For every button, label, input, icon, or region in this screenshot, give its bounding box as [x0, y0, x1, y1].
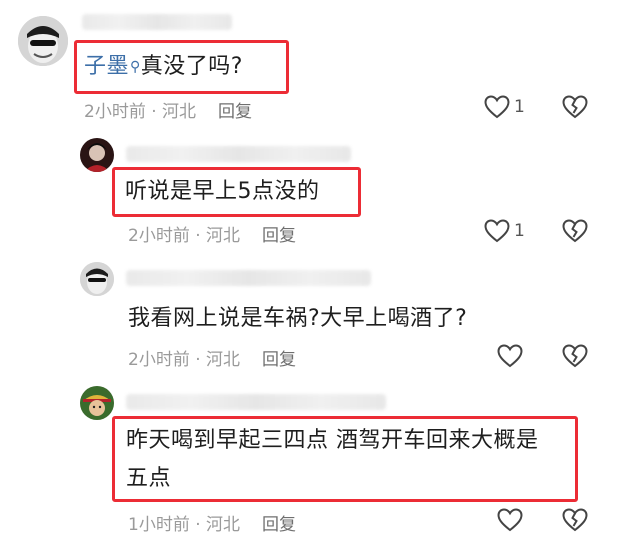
- avatar[interactable]: [80, 138, 114, 172]
- reply-button[interactable]: 回复: [218, 102, 252, 122]
- like-button[interactable]: [497, 508, 527, 532]
- comment-text-line-1: 昨天喝到早起三四点 酒驾开车回来大概是: [126, 428, 539, 453]
- avatar-image: [80, 262, 114, 296]
- timestamp: 1小时前: [128, 515, 190, 535]
- comment-body: 真没了吗?: [140, 54, 243, 79]
- comment-meta: 2小时前 · 河北 回复: [128, 350, 297, 370]
- timestamp: 2小时前: [128, 226, 190, 246]
- like-button[interactable]: 1: [484, 219, 525, 243]
- broken-heart-icon: [562, 95, 588, 119]
- heart-icon: [497, 344, 523, 368]
- username-redacted[interactable]: [126, 146, 351, 162]
- search-icon: ⚲: [130, 59, 141, 75]
- comment-meta: 2小时前 · 河北 回复: [84, 102, 253, 122]
- avatar-image: [80, 138, 114, 172]
- like-count: 1: [514, 97, 525, 117]
- heart-icon: [484, 95, 510, 119]
- username-redacted[interactable]: [82, 14, 232, 30]
- avatar-image: [18, 16, 68, 66]
- broken-heart-icon: [562, 344, 588, 368]
- like-count: 1: [514, 221, 525, 241]
- reply-button[interactable]: 回复: [262, 350, 296, 370]
- username-redacted[interactable]: [126, 394, 386, 410]
- comment-meta: 2小时前 · 河北 回复: [128, 226, 297, 246]
- mention-link[interactable]: 子墨: [84, 54, 129, 79]
- location: 河北: [206, 350, 241, 370]
- dislike-button[interactable]: [562, 219, 588, 243]
- avatar[interactable]: [80, 386, 114, 420]
- comment-meta: 1小时前 · 河北 回复: [128, 515, 297, 535]
- dislike-button[interactable]: [562, 95, 588, 119]
- avatar[interactable]: [80, 262, 114, 296]
- heart-icon: [484, 219, 510, 243]
- like-button[interactable]: [497, 344, 527, 368]
- comment-text-line-2: 五点: [126, 466, 172, 491]
- dislike-button[interactable]: [562, 508, 588, 532]
- avatar[interactable]: [18, 16, 68, 66]
- reply-button[interactable]: 回复: [262, 515, 296, 535]
- avatar-image: [80, 386, 114, 420]
- like-button[interactable]: 1: [484, 95, 525, 119]
- broken-heart-icon: [562, 219, 588, 243]
- comment-text: 我看网上说是车祸?大早上喝酒了?: [128, 306, 468, 331]
- heart-icon: [497, 508, 523, 532]
- comment-text: 听说是早上5点没的: [125, 179, 320, 204]
- comment-text: 子墨⚲真没了吗?: [84, 50, 243, 84]
- location: 河北: [206, 226, 241, 246]
- broken-heart-icon: [562, 508, 588, 532]
- username-redacted[interactable]: [126, 270, 371, 286]
- reply-button[interactable]: 回复: [262, 226, 296, 246]
- timestamp: 2小时前: [128, 350, 190, 370]
- dislike-button[interactable]: [562, 344, 588, 368]
- location: 河北: [162, 102, 197, 122]
- timestamp: 2小时前: [84, 102, 146, 122]
- location: 河北: [206, 515, 241, 535]
